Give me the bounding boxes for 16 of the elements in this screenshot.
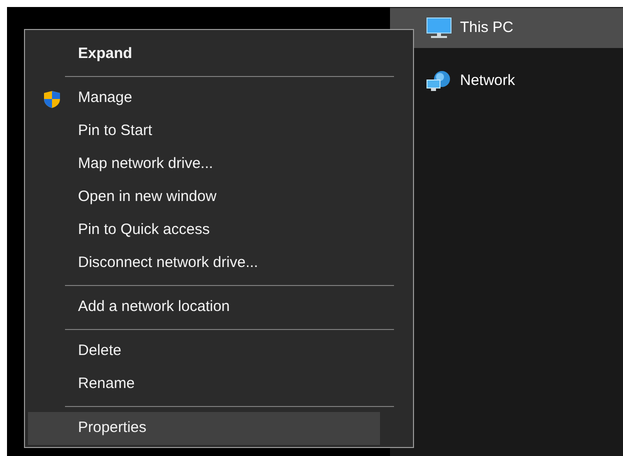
navigation-item[interactable]: This PC bbox=[390, 8, 623, 48]
menu-item[interactable]: Pin to Quick access bbox=[28, 214, 380, 247]
menu-item[interactable]: Properties bbox=[28, 412, 380, 445]
menu-item[interactable]: Add a network location bbox=[28, 291, 380, 324]
shield-icon bbox=[43, 90, 61, 109]
computer-icon bbox=[426, 17, 452, 39]
menu-item[interactable]: Pin to Start bbox=[28, 115, 380, 148]
navigation-item[interactable]: Network bbox=[390, 61, 623, 101]
menu-item[interactable]: Rename bbox=[28, 368, 380, 401]
network-icon bbox=[426, 70, 452, 92]
menu-item[interactable]: Open in new window bbox=[28, 181, 380, 214]
menu-item[interactable]: Map network drive... bbox=[28, 148, 380, 181]
menu-item[interactable]: Delete bbox=[28, 335, 380, 368]
menu-item[interactable]: Manage bbox=[28, 82, 380, 115]
menu-item[interactable]: Disconnect network drive... bbox=[28, 247, 380, 280]
menu-item[interactable]: Expand bbox=[28, 38, 380, 71]
